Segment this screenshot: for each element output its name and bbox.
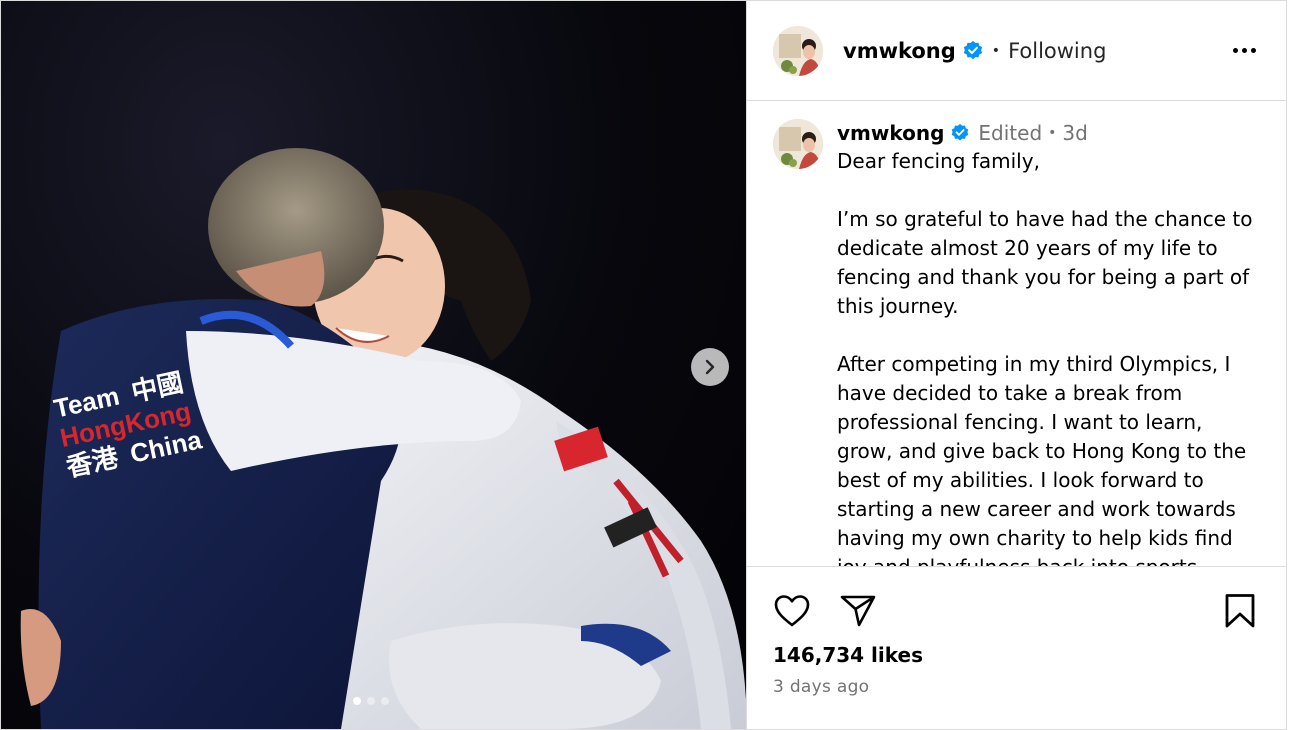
carousel-dots	[353, 697, 389, 705]
bookmark-icon	[1225, 594, 1255, 628]
carousel-dot	[353, 697, 361, 705]
caption-header: vmwkong Edited • 3d	[837, 119, 1262, 147]
caption-text: Dear fencing family, I’m so grateful to …	[837, 147, 1262, 567]
share-button[interactable]	[839, 594, 877, 628]
action-bar	[747, 567, 1286, 655]
heart-icon	[774, 595, 810, 627]
caption-paragraph: After competing in my third Olympics, I …	[837, 352, 1247, 567]
verified-badge-icon	[952, 123, 969, 141]
chevron-right-icon	[705, 359, 715, 375]
paper-plane-icon	[840, 595, 876, 627]
following-button[interactable]: Following	[1008, 39, 1106, 63]
author-username[interactable]: vmwkong	[843, 39, 956, 63]
avatar-image	[773, 119, 823, 169]
likes-count[interactable]: 146,734 likes	[747, 643, 1286, 667]
photo-scene	[20, 148, 746, 729]
caption-meta-dot: •	[1048, 125, 1057, 141]
caption-avatar[interactable]	[773, 119, 823, 169]
like-button[interactable]	[773, 594, 811, 628]
avatar-image	[773, 25, 823, 76]
post-header: vmwkong • Following	[747, 1, 1286, 101]
author-avatar[interactable]	[773, 25, 823, 76]
post-photo[interactable]: Team 中國 HongKong 香港 China	[1, 1, 747, 729]
caption-section: vmwkong Edited • 3d Dear fencing family,…	[747, 101, 1286, 567]
save-button[interactable]	[1224, 593, 1256, 629]
carousel-next-button[interactable]	[691, 348, 729, 386]
carousel-dot	[381, 697, 389, 705]
edited-label: Edited	[978, 121, 1043, 145]
post-dialog: Team 中國 HongKong 香港 China vmwkong • Foll…	[0, 0, 1287, 730]
verified-badge-icon	[963, 40, 982, 59]
header-separator-dot: •	[991, 42, 1001, 59]
more-options-icon[interactable]	[1227, 42, 1262, 59]
caption-paragraph: Dear fencing family,	[837, 149, 1040, 173]
caption-age[interactable]: 3d	[1062, 119, 1087, 147]
post-side-panel: vmwkong • Following vmwkong Edited • 3d …	[747, 1, 1286, 729]
post-timestamp[interactable]: 3 days ago	[747, 677, 1286, 697]
caption-username[interactable]: vmwkong	[837, 119, 944, 147]
caption-paragraph: I’m so grateful to have had the chance t…	[837, 207, 1253, 318]
caption-body: vmwkong Edited • 3d Dear fencing family,…	[837, 119, 1262, 566]
carousel-dot	[367, 697, 375, 705]
